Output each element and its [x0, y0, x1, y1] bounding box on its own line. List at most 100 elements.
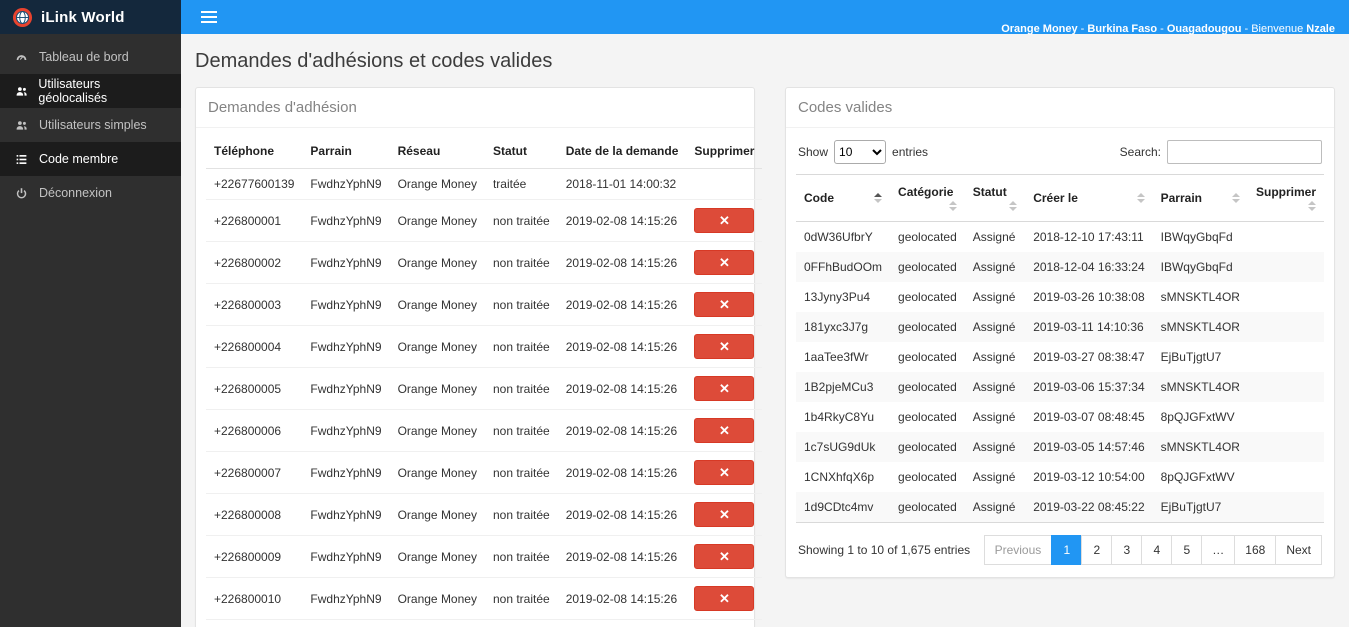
code-parrain: IBWqyGbqFd [1160, 230, 1233, 244]
pagination-button[interactable]: 4 [1141, 535, 1173, 565]
code-row: 1B2pjeMCu3 geolocated Assigné 2019-03-06… [796, 372, 1324, 402]
users-group-icon [14, 85, 28, 98]
sidebar-toggle-button[interactable] [195, 5, 223, 29]
code-action-cell [1248, 252, 1324, 282]
code-cree-le: 2019-03-07 08:48:45 [1033, 410, 1145, 424]
request-reseau: Orange Money [389, 283, 485, 326]
search-input[interactable] [1167, 140, 1322, 164]
codes-column-label: Code [804, 191, 834, 205]
entries-label: entries [892, 145, 929, 159]
sidebar-item-label: Code membre [39, 152, 119, 166]
request-reseau: Orange Money [389, 493, 485, 536]
codes-column-header[interactable]: Code [796, 174, 891, 222]
delete-request-button[interactable]: ✕ [694, 418, 755, 443]
delete-request-button[interactable]: ✕ [694, 460, 755, 485]
search-label: Search: [1119, 145, 1161, 159]
codes-table-controls: Show 10 entries Search: [786, 128, 1334, 174]
request-date: 2018-11-01 14:00:32 [557, 168, 687, 200]
delete-request-button[interactable]: ✕ [694, 334, 755, 359]
request-reseau: Orange Money [389, 451, 485, 494]
request-date: 2019-02-08 14:15:26 [557, 409, 687, 452]
request-reseau: Orange Money [389, 325, 485, 368]
pagination-button[interactable]: … [1201, 535, 1236, 565]
request-parrain: FwdhzYphN9 [302, 619, 390, 627]
delete-request-button[interactable]: ✕ [694, 250, 755, 275]
sidebar-item-label: Déconnexion [39, 186, 112, 200]
request-date: 2019-02-08 14:15:26 [557, 325, 687, 368]
delete-request-button[interactable]: ✕ [694, 292, 755, 317]
code-cree-le: 2019-03-11 14:10:36 [1033, 320, 1144, 334]
sort-icon [948, 201, 957, 211]
request-telephone: +226800007 [206, 451, 303, 494]
requests-column-header: Téléphone [206, 134, 303, 169]
request-statut: non traitée [484, 283, 558, 326]
request-row: +226800005 FwdhzYphN9 Orange Money non t… [206, 367, 763, 410]
pagination-button[interactable]: 3 [1111, 535, 1143, 565]
pagination-button[interactable]: 5 [1171, 535, 1203, 565]
brand-link[interactable]: iLink World [0, 0, 181, 34]
code-row: 0FFhBudOOm geolocated Assigné 2018-12-04… [796, 252, 1324, 282]
code-value: 0dW36UfbrY [804, 230, 873, 244]
requests-column-header: Date de la demande [557, 134, 687, 169]
code-action-cell [1248, 372, 1324, 402]
request-reseau: Orange Money [389, 619, 485, 627]
codes-column-header[interactable]: Créer le [1025, 174, 1153, 222]
pagination-button[interactable]: 1 [1051, 535, 1083, 565]
pagination-button[interactable]: Next [1275, 535, 1322, 565]
request-statut: non traitée [484, 619, 558, 627]
topbar: iLink World Orange Money - Burkina Faso … [0, 0, 1349, 35]
requests-column-header: Supprimer [686, 134, 763, 169]
request-statut: traitée [484, 168, 558, 200]
request-date: 2019-02-08 14:15:26 [557, 493, 687, 536]
codes-column-header[interactable]: Statut [964, 174, 1026, 222]
pagination-button[interactable]: 168 [1234, 535, 1277, 565]
sidebar-item-deconnexion[interactable]: Déconnexion [0, 176, 181, 210]
power-icon [14, 187, 29, 200]
code-categorie: geolocated [898, 230, 957, 244]
codes-column-header[interactable]: Catégorie [890, 174, 965, 222]
request-date: 2019-02-08 14:15:26 [557, 577, 687, 620]
request-statut: non traitée [484, 451, 558, 494]
request-reseau: Orange Money [389, 535, 485, 578]
codes-column-label: Supprimer [1255, 185, 1316, 199]
code-parrain: 8pQJGFxtWV [1160, 410, 1235, 424]
requests-column-header: Statut [484, 134, 558, 169]
request-row: +226800006 FwdhzYphN9 Orange Money non t… [206, 409, 763, 452]
code-action-cell [1248, 282, 1324, 312]
codes-column-label: Créer le [1033, 191, 1078, 205]
delete-request-button[interactable]: ✕ [694, 502, 755, 527]
codes-column-header[interactable]: Supprimer [1247, 174, 1324, 222]
entries-summary: Showing 1 to 10 of 1,675 entries [798, 543, 971, 557]
x-icon: ✕ [718, 423, 730, 438]
code-cree-le: 2019-03-22 08:45:22 [1025, 492, 1153, 523]
request-telephone: +226800003 [206, 283, 303, 326]
pagination-button[interactable]: 2 [1081, 535, 1113, 565]
content: Demandes d'adhésions et codes valides De… [181, 34, 1349, 627]
delete-request-button[interactable]: ✕ [694, 544, 755, 569]
dashboard-icon [14, 51, 29, 64]
code-row: 181yxc3J7g geolocated Assigné 2019-03-11… [796, 312, 1324, 342]
codes-column-header[interactable]: Parrain [1152, 174, 1248, 222]
code-value: 0FFhBudOOm [804, 260, 883, 274]
request-parrain: FwdhzYphN9 [302, 451, 390, 494]
sidebar-item-utilisateurs-geolocalises[interactable]: Utilisateurs géolocalisés [0, 74, 181, 108]
code-categorie: geolocated [898, 350, 957, 364]
requests-column-header: Parrain [302, 134, 390, 169]
request-row: +226800330 FwdhzYphN9 Orange Money non t… [206, 619, 763, 627]
delete-request-button[interactable]: ✕ [694, 586, 755, 611]
request-parrain: FwdhzYphN9 [302, 367, 390, 410]
sidebar-item-tableau-de-bord[interactable]: Tableau de bord [0, 40, 181, 74]
sidebar-item-label: Tableau de bord [39, 50, 129, 64]
request-parrain: FwdhzYphN9 [302, 283, 390, 326]
request-telephone: +226800330 [206, 619, 303, 627]
request-telephone: +226800006 [206, 409, 303, 452]
page-size-select[interactable]: 10 [834, 140, 887, 164]
request-action-cell: ✕ [686, 451, 763, 494]
delete-request-button[interactable]: ✕ [694, 208, 755, 233]
sidebar-item-utilisateurs-simples[interactable]: Utilisateurs simples [0, 108, 181, 142]
sidebar-item-code-membre[interactable]: Code membre [0, 142, 181, 176]
pagination-button[interactable]: Previous [983, 535, 1053, 565]
code-action-cell [1248, 312, 1324, 342]
users-icon [14, 119, 29, 132]
delete-request-button[interactable]: ✕ [694, 376, 755, 401]
